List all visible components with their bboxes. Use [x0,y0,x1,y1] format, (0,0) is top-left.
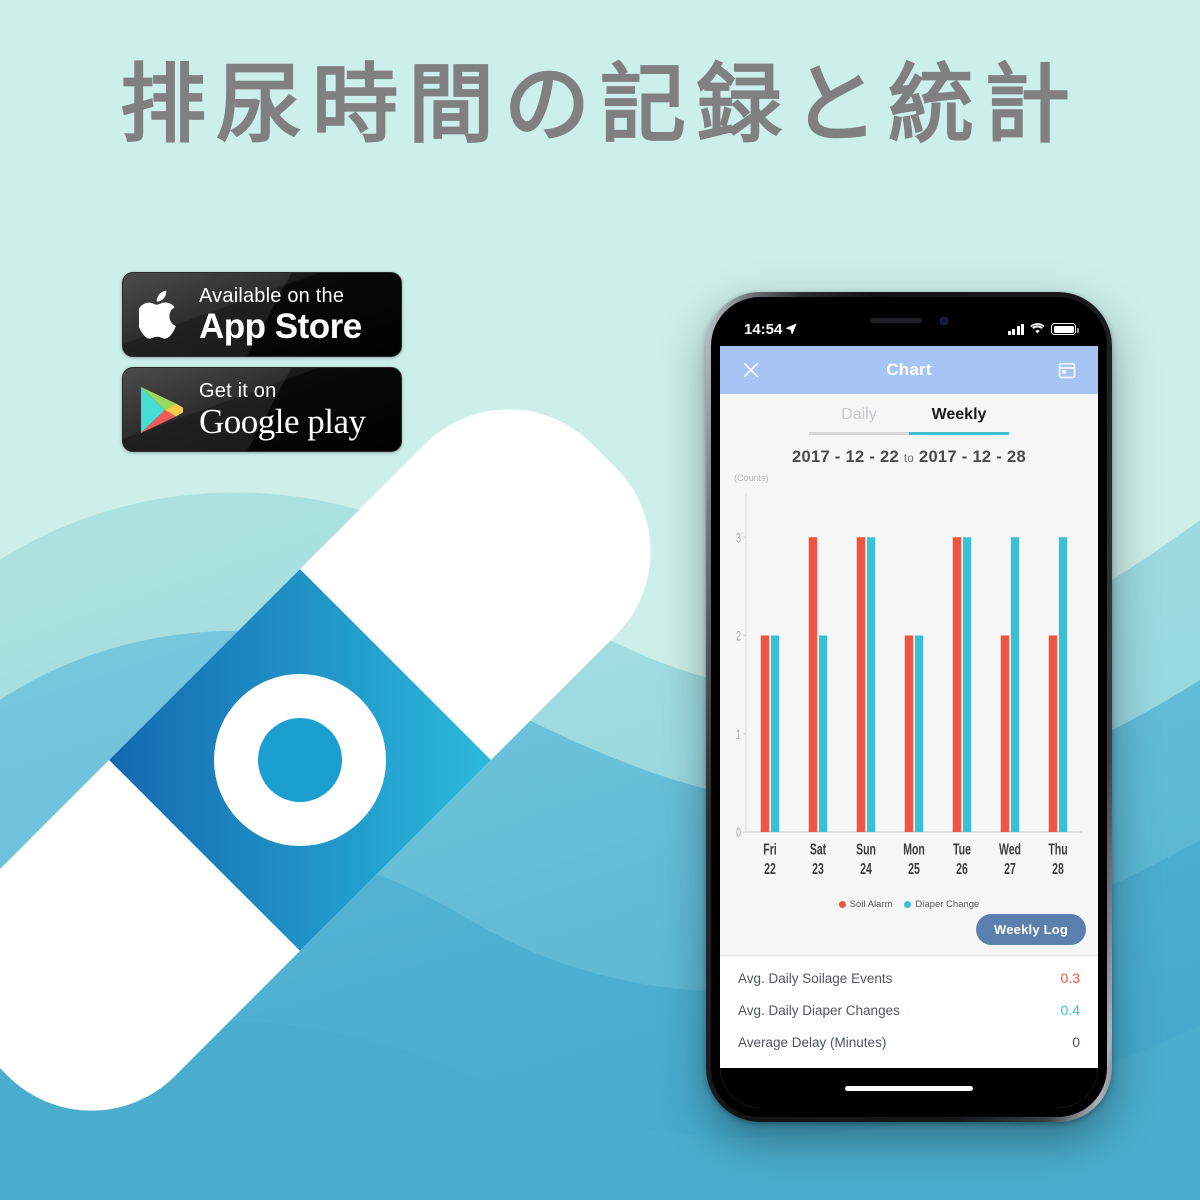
svg-text:Sat: Sat [810,840,827,858]
google-play-badge-text: Get it on Google play [199,381,366,439]
svg-text:1: 1 [736,728,741,742]
weekly-log-button[interactable]: Weekly Log [975,914,1086,945]
status-bar-time: 14:54 [744,320,783,338]
status-bar-right [1007,321,1079,338]
phone-mockup: 14:54 Chart Daily Weekly 2017 - 12 - 22 … [706,292,1112,1122]
page-title: 排尿時間の記録と統計 [120,55,1080,155]
stats-list: Avg. Daily Soilage Events 0.3 Avg. Daily… [720,955,1098,1068]
google-play-badge[interactable]: Get it on Google play [122,367,402,452]
app-store-big-label: App Store [199,306,362,346]
svg-text:23: 23 [812,860,824,878]
svg-text:26: 26 [956,860,968,878]
legend-label: Soil Alarm [849,899,893,910]
tab-weekly[interactable]: Weekly [909,406,1009,432]
chart-period-tabs: Daily Weekly [720,394,1098,435]
app-content: Chart Daily Weekly 2017 - 12 - 22 to 201… [720,346,1098,1108]
google-play-big-label: Google play [199,404,366,439]
date-range-end: 2017 - 12 - 28 [918,448,1026,466]
stat-label: Avg. Daily Soilage Events [738,970,893,986]
google-play-word-play: play [307,401,366,441]
stat-value: 0.3 [1060,970,1080,986]
weekly-log-row: Weekly Log [720,912,1098,955]
cellular-signal-icon [1007,323,1024,335]
tab-row: Daily Weekly [720,406,1098,432]
stat-row-average-delay[interactable]: Average Delay (Minutes) 0 [720,1026,1098,1058]
svg-text:Fri: Fri [763,840,776,858]
svg-text:22: 22 [764,860,776,878]
google-play-small-label: Get it on [199,379,277,402]
google-play-icon [123,385,199,435]
stat-value: 0 [1072,1034,1080,1050]
stat-value: 0.4 [1060,1002,1080,1018]
date-range[interactable]: 2017 - 12 - 22 to 2017 - 12 - 28 [720,435,1098,471]
location-arrow-icon [786,321,798,338]
legend-item-diaper-change: Diaper Change [904,899,979,910]
chart-legend: Soil Alarm Diaper Change [720,892,1098,912]
date-range-separator: to [903,453,915,465]
app-bar: Chart [720,346,1098,394]
apple-icon [123,289,199,341]
legend-swatch [904,901,912,908]
stat-row-soilage-events[interactable]: Avg. Daily Soilage Events 0.3 [720,962,1098,994]
svg-text:Wed: Wed [999,840,1021,858]
svg-text:3: 3 [736,532,741,546]
svg-text:2: 2 [736,630,741,644]
svg-text:Tue: Tue [953,840,971,858]
phone-bezel: 14:54 Chart Daily Weekly 2017 - 12 - 22 … [711,297,1107,1117]
battery-full-icon [1051,323,1079,335]
date-range-start: 2017 - 12 - 22 [792,448,899,466]
legend-swatch [838,901,846,908]
svg-text:25: 25 [908,860,920,878]
phone-screen: 14:54 Chart Daily Weekly 2017 - 12 - 22 … [720,306,1098,1108]
home-indicator[interactable] [845,1085,973,1091]
svg-text:27: 27 [1004,860,1016,878]
tab-daily[interactable]: Daily [809,406,909,432]
google-play-word-google: Google [199,401,300,441]
bar-chart: 0 1 2 3 Fri 22 Sat 23 Sun 24 Mon 25 Tue 26 Wed 27 Thu 28 [728,484,1088,892]
app-bar-title: Chart [886,360,932,379]
svg-text:Thu: Thu [1048,840,1067,858]
status-bar: 14:54 [720,306,1098,346]
app-store-small-label: Available on the [199,284,345,307]
stat-label: Avg. Daily Diaper Changes [738,1002,900,1018]
svg-text:Mon: Mon [903,840,925,858]
chart-y-axis-label: (Counts) [734,473,769,483]
store-badges: Available on the App Store Get it on Goo… [122,272,402,452]
status-bar-left: 14:54 [744,320,798,338]
svg-text:24: 24 [860,860,872,878]
home-indicator-area [720,1068,1098,1108]
stat-row-diaper-changes[interactable]: Avg. Daily Diaper Changes 0.4 [720,994,1098,1026]
chart-area: (Counts) 0 1 2 3 Fri 22 Sat 23 Sun 24 Mon 25 Tue 26 We… [720,471,1098,892]
legend-item-soil-alarm: Soil Alarm [838,899,893,910]
stat-label: Average Delay (Minutes) [738,1034,887,1050]
svg-text:0: 0 [736,827,741,841]
close-icon[interactable] [738,357,764,383]
app-store-badge[interactable]: Available on the App Store [122,272,402,357]
svg-text:28: 28 [1052,860,1064,878]
svg-text:Sun: Sun [856,840,876,858]
wifi-icon [1030,321,1045,338]
app-store-badge-text: Available on the App Store [199,286,362,344]
legend-label: Diaper Change [915,899,980,910]
calendar-icon[interactable] [1054,357,1080,383]
